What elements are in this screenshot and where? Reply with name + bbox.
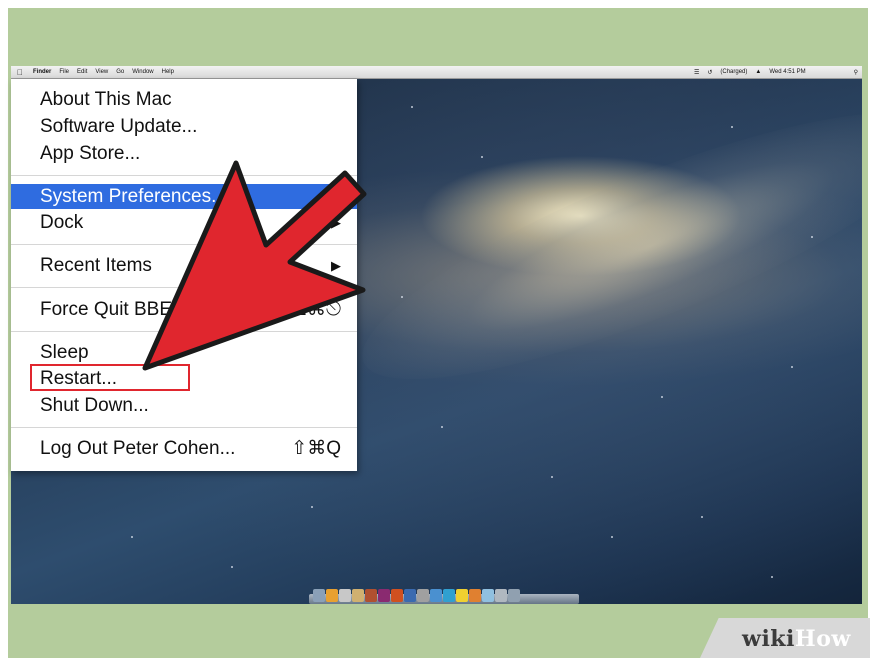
app-icon[interactable] xyxy=(391,589,403,602)
wikihow-logo: wikiHow xyxy=(742,626,851,652)
finder-icon[interactable] xyxy=(313,589,325,602)
app-icon[interactable] xyxy=(430,589,442,602)
dock xyxy=(313,582,575,602)
app-icon[interactable] xyxy=(456,589,468,602)
app-icon[interactable] xyxy=(404,589,416,602)
app-icon[interactable] xyxy=(339,589,351,602)
app-icon[interactable] xyxy=(417,589,429,602)
app-icon[interactable] xyxy=(365,589,377,602)
app-icon[interactable] xyxy=(443,589,455,602)
chrome-icon[interactable] xyxy=(326,589,338,602)
app-icon[interactable] xyxy=(482,589,494,602)
app-icon[interactable] xyxy=(469,589,481,602)
trash-icon[interactable] xyxy=(508,589,520,602)
app-icon[interactable] xyxy=(352,589,364,602)
app-icon[interactable] xyxy=(495,589,507,602)
red-pointer-arrow-icon xyxy=(142,160,367,371)
app-icon[interactable] xyxy=(378,589,390,602)
